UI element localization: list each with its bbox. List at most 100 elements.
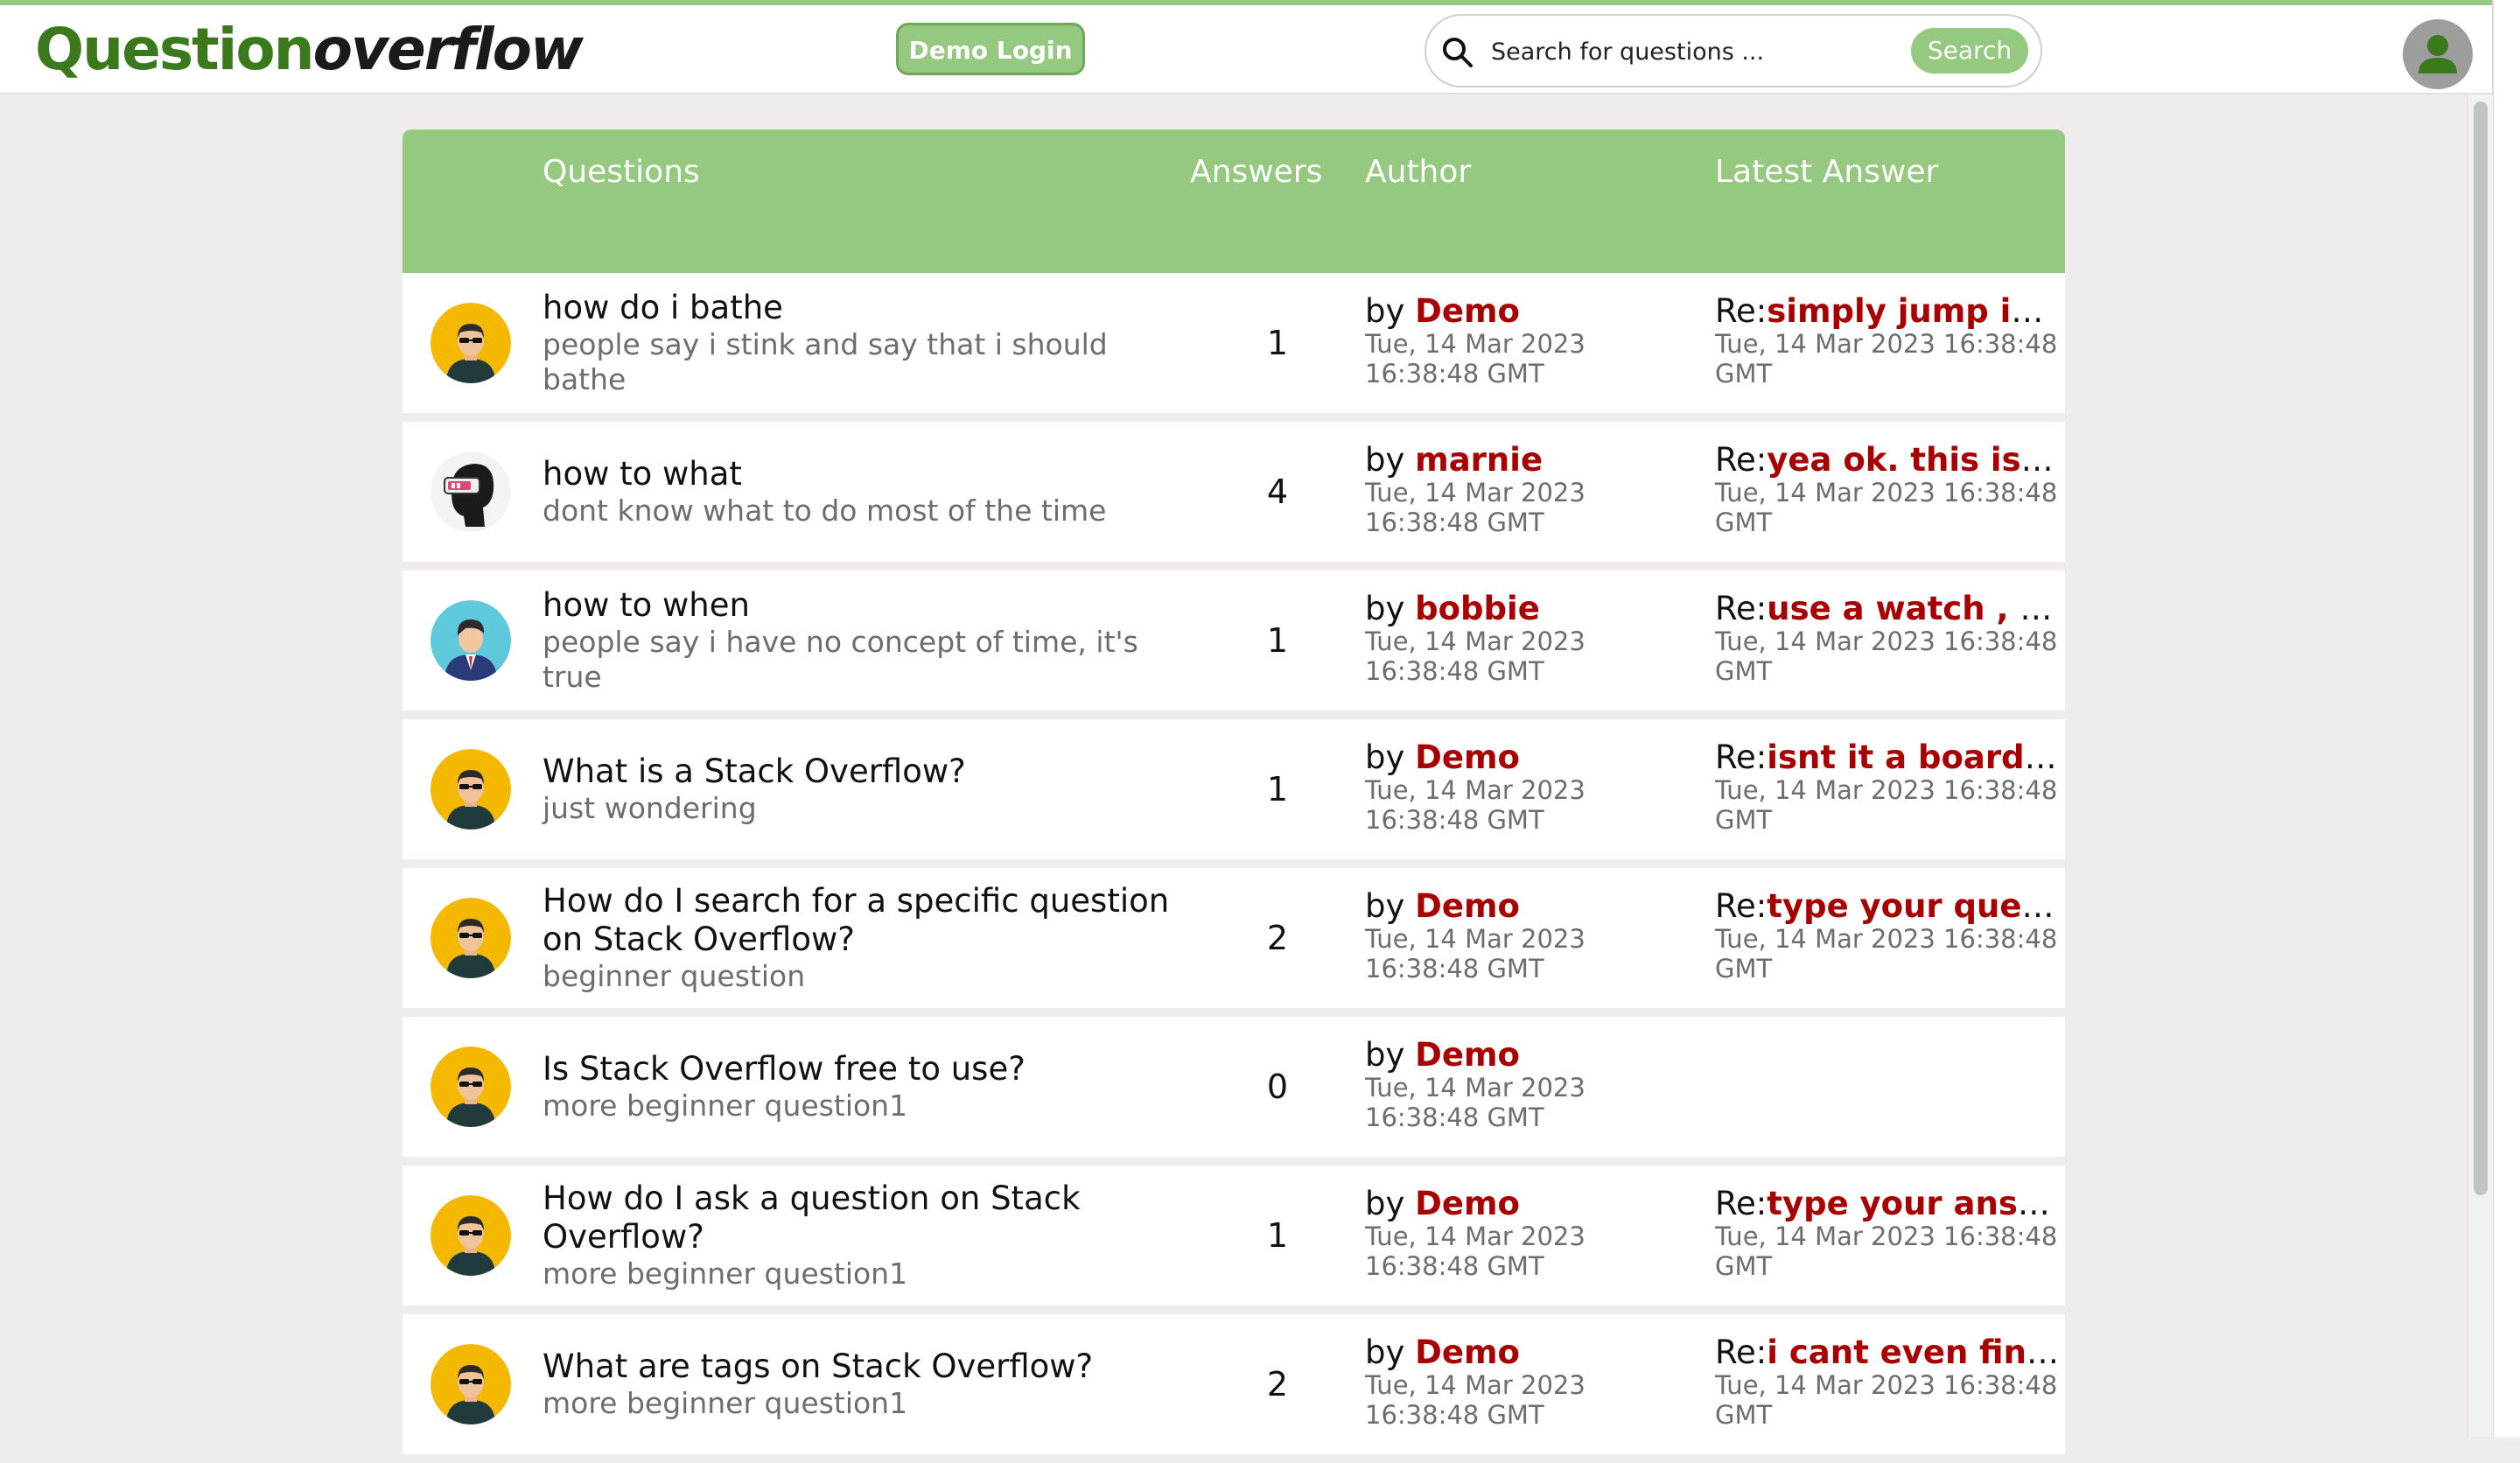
logo-part2: overflow	[312, 16, 584, 83]
latest-answer-cell: Re:yea ok. this is rig... Tue, 14 Mar 20…	[1715, 443, 2062, 537]
author-cell: by Demo Tue, 14 Mar 2023 16:38:48 GMT	[1365, 889, 1698, 984]
header-questions: Questions	[542, 154, 700, 190]
author-cell: by bobbie Tue, 14 Mar 2023 16:38:48 GMT	[1365, 592, 1698, 686]
sunglasses-avatar-icon	[430, 1344, 511, 1424]
user-avatar-icon[interactable]	[2403, 19, 2473, 89]
sunglasses-avatar-icon	[430, 1195, 511, 1276]
question-text: how do i bathe people say i stink and sa…	[542, 273, 1172, 413]
question-title[interactable]: How do I ask a question on Stack Overflo…	[542, 1180, 1172, 1256]
table-row[interactable]: How do I ask a question on Stack Overflo…	[402, 1166, 2065, 1306]
search-input[interactable]	[1489, 32, 1843, 72]
latest-answer-link[interactable]: type your answe...	[1767, 1186, 2062, 1222]
question-description: more beginner question1	[542, 1386, 908, 1420]
question-title[interactable]: What is a Stack Overflow?	[542, 752, 1172, 791]
question-title[interactable]: How do I search for a specific question …	[542, 882, 1172, 959]
latest-answer-timestamp: Tue, 14 Mar 2023 16:38:48 GMT	[1715, 329, 2058, 388]
header: Questionoverflow Demo Login Search	[0, 5, 2492, 94]
author-link[interactable]: Demo	[1415, 889, 1520, 924]
question-text: Is Stack Overflow free to use? more begi…	[542, 1017, 1172, 1157]
author-cell: by Demo Tue, 14 Mar 2023 16:38:48 GMT	[1365, 740, 1698, 835]
re-label: Re:	[1715, 294, 1768, 329]
table-row[interactable]: how to what dont know what to do most of…	[402, 422, 2065, 562]
question-text: how to what dont know what to do most of…	[542, 422, 1172, 562]
question-title[interactable]: how to what	[542, 455, 1172, 494]
author-link[interactable]: Demo	[1415, 1186, 1520, 1222]
logo[interactable]: Questionoverflow	[35, 16, 584, 83]
latest-answer-timestamp: Tue, 14 Mar 2023 16:38:48 GMT	[1715, 1222, 2058, 1281]
re-label: Re:	[1715, 889, 1768, 924]
author-cell: by Demo Tue, 14 Mar 2023 16:38:48 GMT	[1365, 1038, 1698, 1132]
scroll-thumb[interactable]	[2474, 102, 2488, 1195]
vr-head-avatar-icon	[430, 452, 511, 532]
latest-answer-link[interactable]: simply jump insi...	[1767, 294, 2062, 329]
re-label: Re:	[1715, 443, 1768, 478]
latest-answer-timestamp: Tue, 14 Mar 2023 16:38:48 GMT	[1715, 478, 2058, 537]
question-title[interactable]: how do i bathe	[542, 289, 1172, 327]
author-cell: by Demo Tue, 14 Mar 2023 16:38:48 GMT	[1365, 1335, 1698, 1430]
latest-answer-link[interactable]: isnt it a board ga...	[1767, 740, 2062, 775]
questions-table: Questions Answers Author Latest Answer h…	[402, 130, 2065, 1463]
author-link[interactable]: Demo	[1415, 1038, 1520, 1073]
author-link[interactable]: Demo	[1415, 740, 1520, 775]
header-latest-answer: Latest Answer	[1715, 154, 1939, 190]
answer-count: 1	[1266, 324, 1289, 362]
table-row[interactable]: how do i bathe people say i stink and sa…	[402, 273, 2065, 413]
author-link[interactable]: bobbie	[1415, 592, 1540, 626]
latest-answer-link[interactable]: type your questi...	[1767, 889, 2062, 924]
latest-answer-link[interactable]: yea ok. this is rig...	[1767, 443, 2062, 478]
latest-answer-timestamp: Tue, 14 Mar 2023 16:38:48 GMT	[1715, 775, 2058, 835]
question-title[interactable]: how to when	[542, 586, 1172, 625]
scrollbar[interactable]	[2468, 94, 2493, 1437]
author-link[interactable]: Demo	[1415, 1335, 1520, 1370]
question-description: people say i stink and say that i should…	[542, 327, 1108, 396]
table-row[interactable]: What are tags on Stack Overflow? more be…	[402, 1314, 2065, 1454]
author-timestamp: Tue, 14 Mar 2023 16:38:48 GMT	[1365, 1370, 1586, 1430]
table-row[interactable]: how to when people say i have no concept…	[402, 570, 2065, 710]
latest-answer-link[interactable]: use a watch , eas...	[1767, 592, 2062, 626]
latest-answer-link[interactable]: i cant even find t...	[1767, 1335, 2062, 1370]
latest-answer-cell: Re:isnt it a board ga... Tue, 14 Mar 202…	[1715, 740, 2062, 835]
table-row[interactable]: What is a Stack Overflow? just wondering…	[402, 719, 2065, 859]
answer-count: 2	[1266, 1365, 1289, 1404]
question-title[interactable]: Is Stack Overflow free to use?	[542, 1050, 1172, 1088]
answer-count: 1	[1266, 621, 1289, 660]
latest-answer-timestamp: Tue, 14 Mar 2023 16:38:48 GMT	[1715, 924, 2058, 984]
by-label: by	[1365, 889, 1416, 924]
latest-answer-timestamp: Tue, 14 Mar 2023 16:38:48 GMT	[1715, 1370, 2058, 1430]
by-label: by	[1365, 443, 1416, 478]
re-label: Re:	[1715, 592, 1768, 626]
author-cell: by Demo Tue, 14 Mar 2023 16:38:48 GMT	[1365, 294, 1698, 388]
author-timestamp: Tue, 14 Mar 2023 16:38:48 GMT	[1365, 626, 1586, 686]
author-timestamp: Tue, 14 Mar 2023 16:38:48 GMT	[1365, 329, 1586, 388]
businessman-avatar-icon	[430, 600, 511, 681]
question-text: how to when people say i have no concept…	[542, 570, 1172, 710]
question-description: more beginner question1	[542, 1088, 908, 1123]
author-link[interactable]: Demo	[1415, 294, 1520, 329]
by-label: by	[1365, 592, 1416, 626]
author-cell: by marnie Tue, 14 Mar 2023 16:38:48 GMT	[1365, 443, 1698, 537]
by-label: by	[1365, 1038, 1416, 1073]
by-label: by	[1365, 1186, 1416, 1222]
author-link[interactable]: marnie	[1415, 443, 1543, 478]
latest-answer-timestamp: Tue, 14 Mar 2023 16:38:48 GMT	[1715, 626, 2058, 686]
search-button[interactable]: Search	[1911, 28, 2028, 74]
question-description: dont know what to do most of the time	[542, 494, 1107, 528]
by-label: by	[1365, 1335, 1416, 1370]
sunglasses-avatar-icon	[430, 898, 511, 978]
demo-login-button[interactable]: Demo Login	[896, 23, 1085, 75]
sunglasses-avatar-icon	[430, 749, 511, 830]
author-timestamp: Tue, 14 Mar 2023 16:38:48 GMT	[1365, 924, 1586, 984]
table-header: Questions Answers Author Latest Answer	[402, 130, 2065, 273]
table-row[interactable]: Is Stack Overflow free to use? more begi…	[402, 1017, 2065, 1157]
latest-answer-cell: Re:simply jump insi... Tue, 14 Mar 2023 …	[1715, 294, 2062, 388]
by-label: by	[1365, 294, 1416, 329]
latest-answer-cell: Re:use a watch , eas... Tue, 14 Mar 2023…	[1715, 592, 2062, 686]
question-description: beginner question	[542, 959, 806, 993]
answer-count: 0	[1266, 1068, 1289, 1106]
header-author: Author	[1365, 154, 1472, 190]
window-edge	[2492, 0, 2520, 1437]
author-timestamp: Tue, 14 Mar 2023 16:38:48 GMT	[1365, 478, 1586, 537]
question-title[interactable]: What are tags on Stack Overflow?	[542, 1348, 1172, 1386]
answer-count: 2	[1266, 919, 1289, 957]
table-row[interactable]: How do I search for a specific question …	[402, 868, 2065, 1008]
